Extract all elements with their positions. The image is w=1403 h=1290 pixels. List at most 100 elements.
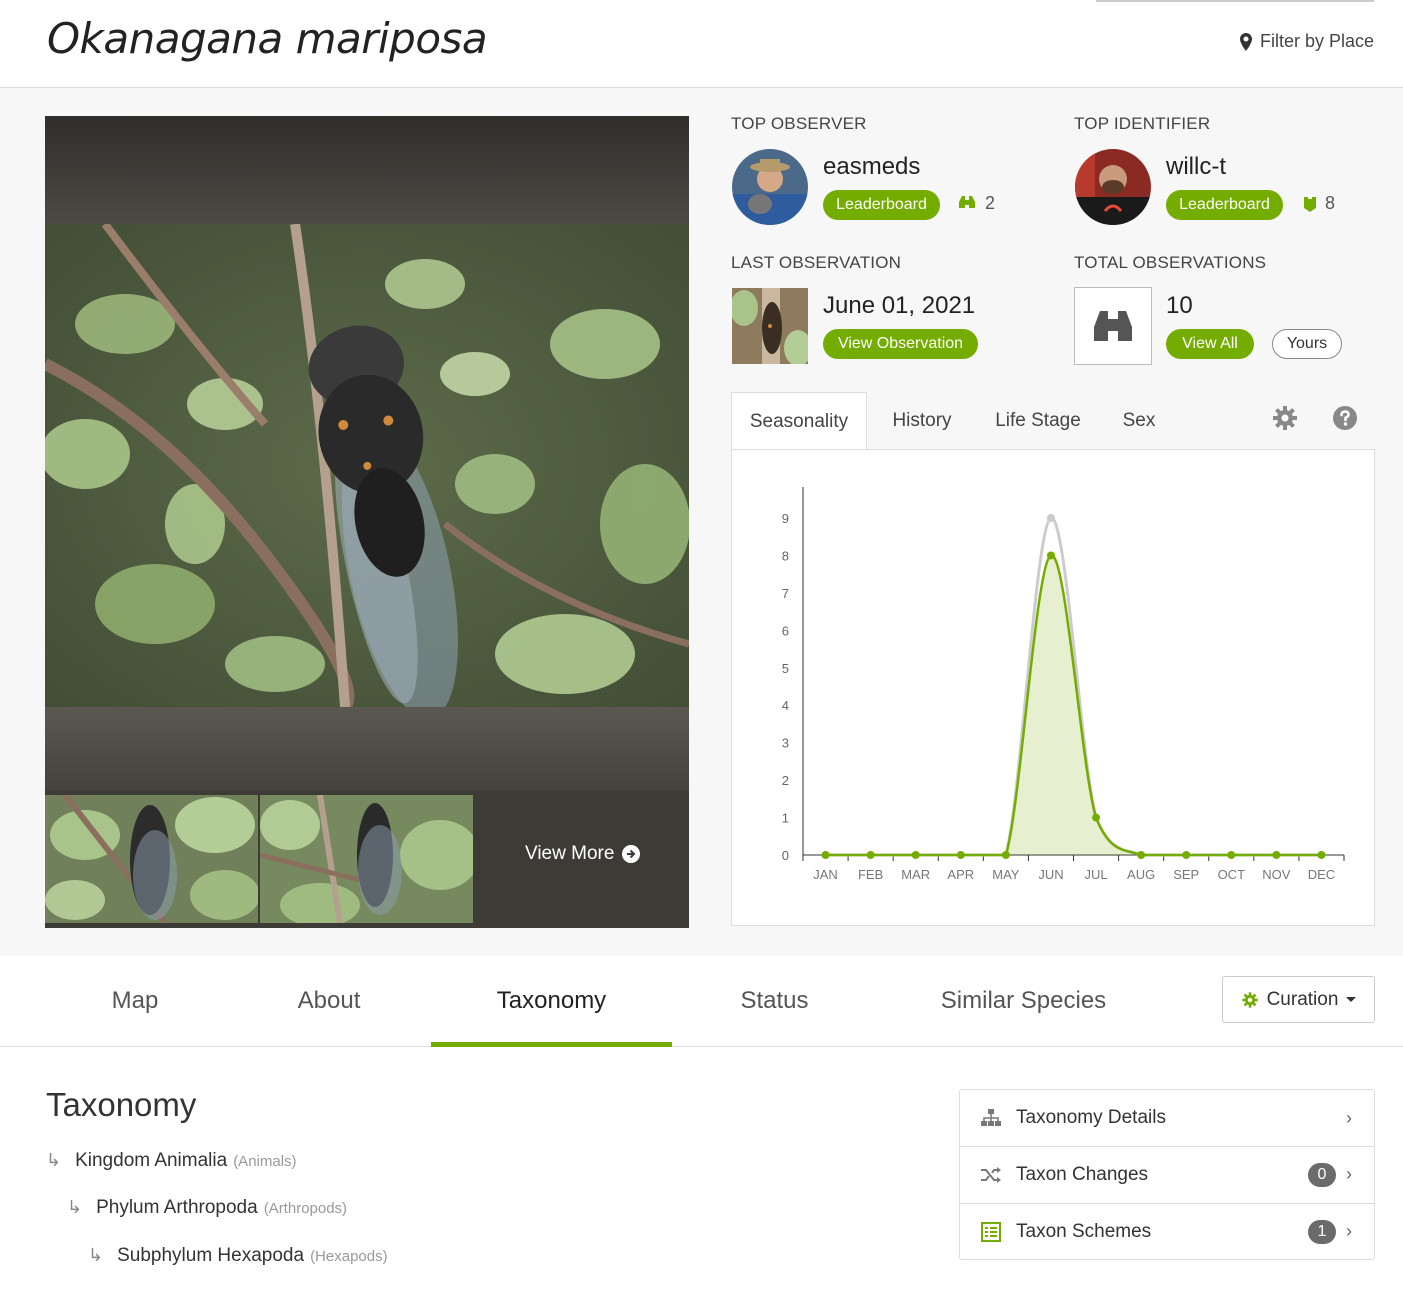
gear-icon <box>1273 406 1297 430</box>
last-observation-date: June 01, 2021 <box>823 292 976 319</box>
x-tick-label: AUG <box>1127 867 1155 882</box>
tab-status[interactable]: Status <box>714 956 835 1046</box>
y-tick-label: 4 <box>782 698 789 713</box>
page-title: Okanagana mariposa <box>47 14 488 63</box>
taxon-name[interactable]: Kingdom Animalia <box>75 1150 227 1172</box>
question-circle-icon <box>1333 406 1357 430</box>
curation-dropdown[interactable]: Curation <box>1222 976 1375 1023</box>
taxon-name[interactable]: Phylum Arthropoda <box>96 1197 258 1219</box>
taxon-name[interactable]: Subphylum Hexapoda <box>117 1245 304 1267</box>
taxonomy-side-panel: Taxonomy Details › Taxon Changes 0 › Tax… <box>959 1089 1375 1260</box>
data-point <box>866 851 875 859</box>
data-point <box>1001 851 1010 859</box>
taxonomy-details-link[interactable]: Taxonomy Details › <box>960 1090 1374 1146</box>
taxon-schemes-link[interactable]: Taxon Schemes 1 › <box>960 1203 1374 1259</box>
photo-backdrop-bottom <box>45 707 689 791</box>
main-tabbar: Map About Taxonomy Status Similar Specie… <box>0 956 1403 1047</box>
gear-icon <box>1241 991 1258 1008</box>
side-item-label: Taxon Changes <box>1016 1163 1149 1185</box>
tab-about[interactable]: About <box>262 956 396 1046</box>
header-divider <box>1096 0 1374 2</box>
data-point-total <box>1046 514 1055 522</box>
tab-sex[interactable]: Sex <box>1111 392 1167 450</box>
identifier-count-value: 8 <box>1325 193 1336 213</box>
taxon-changes-link[interactable]: Taxon Changes 0 › <box>960 1146 1374 1202</box>
map-marker-icon <box>1239 32 1252 51</box>
y-tick-label: 5 <box>782 661 789 676</box>
child-arrow-icon: ↳ <box>46 1150 62 1170</box>
thumbnail-image <box>45 795 258 923</box>
y-tick-label: 0 <box>782 848 789 863</box>
y-tick-label: 7 <box>782 586 789 601</box>
top-observer-avatar[interactable] <box>732 149 808 225</box>
avatar-image <box>732 149 808 225</box>
top-observer-label: TOP OBSERVER <box>731 114 867 133</box>
view-observation-button[interactable]: View Observation <box>823 329 978 359</box>
cicada-photo <box>45 224 689 707</box>
observer-count: 2 <box>957 193 995 214</box>
yours-button[interactable]: Yours <box>1272 329 1342 359</box>
tab-life-stage[interactable]: Life Stage <box>985 392 1091 450</box>
view-all-button[interactable]: View All <box>1166 329 1254 359</box>
taxon-common-name: (Animals) <box>233 1153 297 1170</box>
photo-gallery: View More <box>45 116 689 928</box>
top-identifier-label: TOP IDENTIFIER <box>1074 114 1211 133</box>
tab-history[interactable]: History <box>875 392 969 450</box>
tab-seasonality[interactable]: Seasonality <box>731 392 867 450</box>
tab-map[interactable]: Map <box>80 956 190 1046</box>
data-point <box>1137 851 1146 859</box>
x-tick-label: FEB <box>858 867 883 882</box>
x-tick-label: JUL <box>1084 867 1107 882</box>
observer-leaderboard-button[interactable]: Leaderboard <box>823 190 940 220</box>
data-point <box>1092 813 1101 822</box>
observation-thumbnail-image <box>732 288 808 364</box>
taxon-row: ↳ Subphylum Hexapoda (Hexapods) <box>88 1245 388 1267</box>
top-observer-name[interactable]: easmeds <box>823 153 920 181</box>
x-tick-label: DEC <box>1308 867 1335 882</box>
taxon-row: ↳ Phylum Arthropoda (Arthropods) <box>67 1197 347 1219</box>
identifier-leaderboard-button[interactable]: Leaderboard <box>1166 190 1283 220</box>
chevron-right-icon: › <box>1346 1221 1352 1241</box>
identifier-count: 8 <box>1303 193 1335 214</box>
top-identifier-name[interactable]: willc-t <box>1166 153 1226 181</box>
total-observations-label: TOTAL OBSERVATIONS <box>1074 253 1267 272</box>
x-tick-label: OCT <box>1218 867 1246 882</box>
y-tick-label: 2 <box>782 773 789 788</box>
thumbnail-image <box>260 795 473 923</box>
filter-by-place-button[interactable]: Filter by Place <box>1239 31 1374 52</box>
x-tick-label: MAR <box>901 867 930 882</box>
identification-tag-icon <box>1304 194 1316 212</box>
view-more-button[interactable]: View More <box>525 843 641 865</box>
top-identifier-avatar[interactable] <box>1075 149 1151 225</box>
data-point <box>1046 551 1055 560</box>
sitemap-icon <box>981 1109 1001 1126</box>
last-observation-thumbnail[interactable] <box>732 288 808 364</box>
binoculars-icon <box>959 195 975 208</box>
curation-label: Curation <box>1266 988 1339 1010</box>
photo-thumbnail-1[interactable] <box>45 795 258 923</box>
tab-similar-species[interactable]: Similar Species <box>920 956 1127 1046</box>
total-observations-icon-box[interactable] <box>1074 287 1152 365</box>
chart-settings-button[interactable] <box>1271 404 1299 432</box>
data-point <box>956 851 965 859</box>
photo-backdrop-top <box>45 116 689 224</box>
side-item-label: Taxon Schemes <box>1016 1220 1152 1242</box>
chart-help-button[interactable] <box>1331 404 1359 432</box>
taxon-row: ↳ Kingdom Animalia (Animals) <box>46 1150 297 1172</box>
arrow-circle-right-icon <box>622 845 641 863</box>
tab-taxonomy[interactable]: Taxonomy <box>431 956 672 1047</box>
x-tick-label: APR <box>947 867 974 882</box>
x-tick-label: MAY <box>992 867 1020 882</box>
data-point <box>1272 851 1281 859</box>
last-observation-label: LAST OBSERVATION <box>731 253 902 272</box>
observer-count-value: 2 <box>985 193 996 213</box>
x-tick-label: SEP <box>1173 867 1199 882</box>
x-tick-label: NOV <box>1262 867 1291 882</box>
count-badge: 0 <box>1308 1162 1336 1187</box>
series-area <box>825 555 1322 855</box>
photo-thumbnail-2[interactable] <box>260 795 473 923</box>
data-point <box>911 851 920 859</box>
y-tick-label: 8 <box>782 548 789 563</box>
main-photo[interactable] <box>45 224 689 707</box>
seasonality-chart: 0 1 2 3 4 5 6 7 8 9 JAN FEB MAR APR MAY JUN JUL AUG SEP OCT… <box>731 449 1375 926</box>
